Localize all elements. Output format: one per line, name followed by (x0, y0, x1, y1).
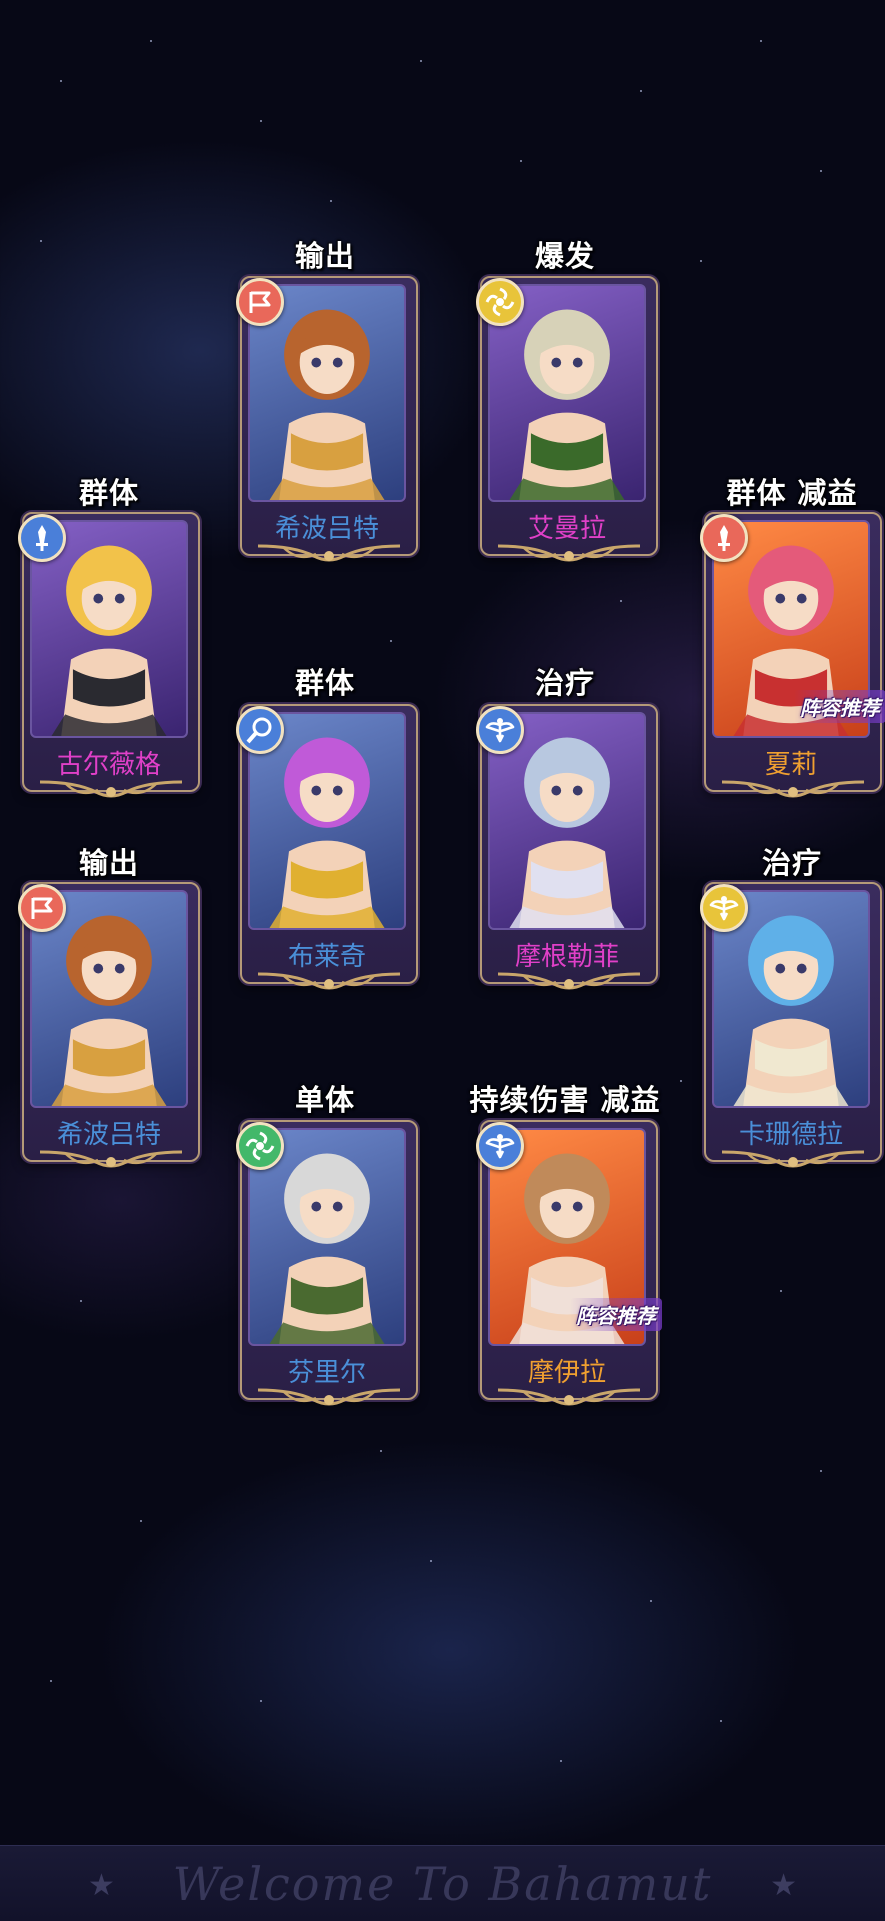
star-icon: ★ (88, 1868, 115, 1903)
hero-card[interactable]: 阵容推荐 摩伊拉 (476, 1120, 662, 1410)
flag-icon (236, 278, 284, 326)
wings-icon (476, 706, 524, 754)
card-tags: 输出 (294, 239, 355, 273)
hero-card[interactable]: 希波吕特 (18, 882, 200, 1172)
dagger-icon (18, 514, 66, 562)
lineup-recommend-label: 阵容推荐 (794, 690, 885, 723)
hero-card[interactable]: 卡珊德拉 (700, 882, 882, 1172)
banner-text: Welcome To Bahamut (172, 1856, 713, 1911)
card-ornament (718, 778, 868, 802)
card-tags: 治疗 (761, 846, 822, 880)
hero-card[interactable]: 布莱奇 (236, 704, 418, 994)
swirl-icon (236, 1122, 284, 1170)
hero-card[interactable]: 希波吕特 (236, 276, 418, 566)
hero-card[interactable]: 芬里尔 (236, 1120, 418, 1410)
card-ornament (254, 542, 404, 566)
card-ornament (494, 542, 644, 566)
welcome-banner: ★ Welcome To Bahamut ★ (0, 1845, 885, 1921)
card-ornament (254, 970, 404, 994)
card-ornament (254, 1386, 404, 1410)
hero-card[interactable]: 摩根勒菲 (476, 704, 658, 994)
wings-icon (700, 884, 748, 932)
hero-card[interactable]: 艾曼拉 (476, 276, 658, 566)
hero-card[interactable]: 古尔薇格 (18, 512, 200, 802)
card-tags: 爆发 (534, 239, 595, 273)
card-ornament (36, 778, 186, 802)
star-icon: ★ (770, 1868, 797, 1903)
card-tags: 群体 (294, 666, 355, 700)
lineup-recommend-label: 阵容推荐 (570, 1298, 662, 1331)
card-ornament (494, 1386, 644, 1410)
card-ornament (718, 1148, 868, 1172)
flag-icon (18, 884, 66, 932)
dagger-icon (700, 514, 748, 562)
card-ornament (36, 1148, 186, 1172)
wings-icon (476, 1122, 524, 1170)
magnifier-icon (236, 706, 284, 754)
card-tags: 群体 减益 (726, 476, 858, 510)
card-tags: 单体 (294, 1083, 355, 1117)
hero-card[interactable]: 阵容推荐 夏莉 (700, 512, 885, 802)
swirl-icon (476, 278, 524, 326)
card-tags: 持续伤害 减益 (469, 1083, 661, 1117)
card-tags: 治疗 (534, 666, 595, 700)
card-tags: 输出 (78, 846, 139, 880)
card-tags: 群体 (78, 476, 139, 510)
card-ornament (494, 970, 644, 994)
